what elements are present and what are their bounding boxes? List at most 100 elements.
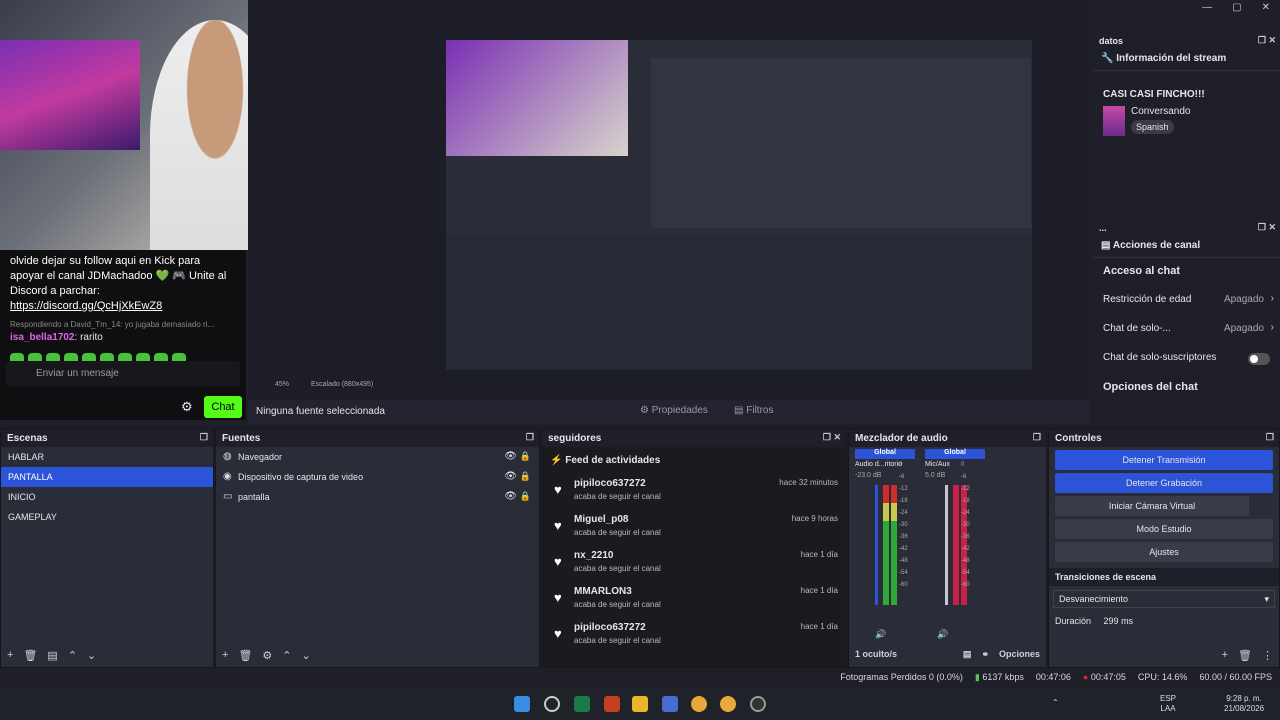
- eye-icon[interactable]: 👁: [504, 471, 517, 482]
- transition-select[interactable]: Desvanecimiento ▾: [1053, 590, 1275, 608]
- up-icon[interactable]: ⌃: [68, 649, 77, 663]
- volume-slider[interactable]: [945, 485, 948, 605]
- trash-icon[interactable]: 🗑: [1238, 649, 1252, 663]
- chat-input[interactable]: Enviar un mensaje: [6, 361, 240, 387]
- category: Conversando Spanish: [1103, 106, 1280, 136]
- follower-user: nx_2210: [574, 550, 614, 561]
- dock-controls[interactable]: ❐: [1266, 432, 1274, 443]
- mixer-options-button[interactable]: Opciones: [999, 649, 1040, 663]
- eye-icon[interactable]: 👁: [504, 451, 517, 462]
- virtual-camera-button[interactable]: Iniciar Cámara Virtual: [1055, 496, 1249, 516]
- chat-username[interactable]: isa_bella1702: [10, 332, 75, 343]
- bitrate: ▮ 6137 kbps: [975, 672, 1024, 684]
- source-item[interactable]: ◍ Navegador 👁 🔒: [216, 447, 539, 467]
- stop-recording-button[interactable]: Detener Grabación: [1055, 473, 1273, 493]
- down-icon[interactable]: ⌄: [302, 649, 311, 663]
- zoom-bar: 45% Escalado (880x495): [250, 381, 1080, 395]
- zoom-percent[interactable]: 45%: [275, 381, 289, 388]
- filter-icon[interactable]: ▤: [47, 649, 57, 663]
- follower-item: ♥ nx_2210 acaba de seguir el canal hace 1 d…: [542, 546, 846, 582]
- minimize-icon[interactable]: —: [1202, 2, 1212, 13]
- dock-controls[interactable]: ❐: [1033, 432, 1041, 443]
- add-icon[interactable]: +: [1222, 649, 1228, 663]
- discord-link[interactable]: https://discord.gg/QcHjXkEwZ8: [10, 300, 162, 312]
- scale-tick: -12: [961, 486, 970, 492]
- windows-start-icon[interactable]: [514, 696, 530, 712]
- stop-stream-button[interactable]: Detener Transmisión: [1055, 450, 1273, 470]
- layout-icon[interactable]: ▤: [963, 649, 972, 663]
- dock-controls[interactable]: ❐ ✕: [1258, 222, 1276, 233]
- language-indicator[interactable]: ESP LAA: [1160, 694, 1176, 714]
- maximize-icon[interactable]: ▢: [1232, 2, 1241, 13]
- scale-tick: -24: [961, 510, 970, 516]
- kick-chat-panel: olvide dejar su follow aqui en Kick para…: [0, 250, 246, 420]
- subs-label: Chat de solo-suscriptores: [1103, 352, 1217, 363]
- follower-action: acaba de seguir el canal: [574, 600, 661, 609]
- powerpoint-icon[interactable]: [604, 696, 620, 712]
- filters-button[interactable]: ▤ Filtros: [734, 405, 773, 416]
- dock-controls[interactable]: ❐ ✕: [1258, 35, 1276, 46]
- lock-icon[interactable]: 🔒: [520, 451, 531, 462]
- down-icon[interactable]: ⌄: [87, 649, 96, 663]
- scene-toolbar: + 🗑 ▤ ⌃ ⌄: [1, 645, 213, 667]
- audio-mixer-dock: Mezclador de audio ❐ Global Audio d...rit…: [848, 428, 1047, 668]
- add-icon[interactable]: +: [222, 649, 228, 663]
- stream-time: 00:47:06: [1035, 672, 1071, 682]
- dock-controls[interactable]: ❐: [200, 432, 208, 443]
- age-restriction-row[interactable]: Restricción de edad Apagado ›: [1093, 287, 1280, 316]
- windows-taskbar: ⌃ ESP LAA 9:28 p. m. 21/08/2026: [0, 688, 1280, 720]
- scene-item[interactable]: GAMEPLAY: [1, 507, 213, 527]
- studio-mode-button[interactable]: Modo Estudio: [1055, 519, 1273, 539]
- scale-tick: -30: [961, 522, 970, 528]
- trash-icon[interactable]: 🗑: [238, 649, 252, 663]
- follower-time: hace 1 día: [800, 586, 838, 595]
- scene-item[interactable]: PANTALLA: [1, 467, 213, 487]
- excel-icon[interactable]: [574, 696, 590, 712]
- link-icon[interactable]: ⚭: [981, 649, 989, 663]
- chat-send-button[interactable]: Chat: [204, 396, 242, 418]
- folder-icon[interactable]: [632, 696, 648, 712]
- obs-preview-canvas[interactable]: [446, 40, 1032, 370]
- chevron-up-icon[interactable]: ⌃: [1052, 698, 1059, 708]
- clock[interactable]: 9:28 p. m. 21/08/2026: [1224, 694, 1264, 714]
- lock-icon[interactable]: 🔒: [520, 491, 531, 502]
- volume-slider[interactable]: [875, 485, 878, 605]
- source-item[interactable]: ▭ pantalla 👁 🔒: [216, 487, 539, 507]
- followers-dock: seguidores ❐ ✕ ⚡ Feed de actividades ♥ pip…: [541, 428, 847, 668]
- gear-icon[interactable]: ⚙: [262, 649, 272, 663]
- gear-icon[interactable]: ⚙: [181, 399, 193, 415]
- settings-button[interactable]: Ajustes: [1055, 542, 1273, 562]
- scene-item[interactable]: HABLAR: [1, 447, 213, 467]
- add-icon[interactable]: +: [7, 649, 13, 663]
- scene-item[interactable]: INICIO: [1, 487, 213, 507]
- acciones-dock: ... ❐ ✕ ▤ Acciones de canal Acceso al cha…: [1093, 220, 1280, 420]
- chat-message: olvide dejar su follow aqui en Kick para…: [10, 254, 236, 314]
- solo-chat-row[interactable]: Chat de solo-... Apagado ›: [1093, 316, 1280, 345]
- chrome-icon[interactable]: [691, 696, 707, 712]
- close-icon[interactable]: ✕: [1262, 2, 1270, 13]
- up-icon[interactable]: ⌃: [282, 649, 291, 663]
- follower-item: ♥ Miguel_p08 acaba de seguir el canal hace …: [542, 510, 846, 546]
- lock-icon[interactable]: 🔒: [520, 471, 531, 482]
- speaker-icon[interactable]: 🔊: [937, 629, 948, 640]
- obs-icon[interactable]: [750, 696, 766, 712]
- trash-icon[interactable]: 🗑: [23, 649, 37, 663]
- subs-toggle[interactable]: [1248, 353, 1270, 365]
- hidden-count[interactable]: 1 oculto/s: [855, 649, 897, 663]
- duration-input[interactable]: 299 ms: [1104, 616, 1134, 626]
- speaker-icon[interactable]: 🔊: [875, 629, 886, 640]
- eye-icon[interactable]: 👁: [504, 491, 517, 502]
- obs-docks: Escenas ❐ HABLAR PANTALLA INICIO GAMEPLAY…: [0, 428, 1280, 668]
- search-icon[interactable]: [544, 696, 560, 712]
- source-item[interactable]: ◉ Dispositivo de captura de video 👁 🔒: [216, 467, 539, 487]
- dock-controls[interactable]: ❐ ✕: [823, 432, 841, 443]
- properties-button[interactable]: ⚙ Propiedades: [640, 405, 708, 416]
- more-icon[interactable]: ⋮: [1262, 649, 1273, 663]
- reply-context: Respondiendo a David_Tm_14: yo jugaba de…: [10, 320, 215, 329]
- dock-controls[interactable]: ❐: [526, 432, 534, 443]
- controls-title: Controles: [1055, 433, 1102, 444]
- scale-tick: -48: [899, 558, 908, 564]
- store-icon[interactable]: [662, 696, 678, 712]
- channel-name[interactable]: Mic/Aux: [925, 461, 985, 468]
- chrome-icon[interactable]: [720, 696, 736, 712]
